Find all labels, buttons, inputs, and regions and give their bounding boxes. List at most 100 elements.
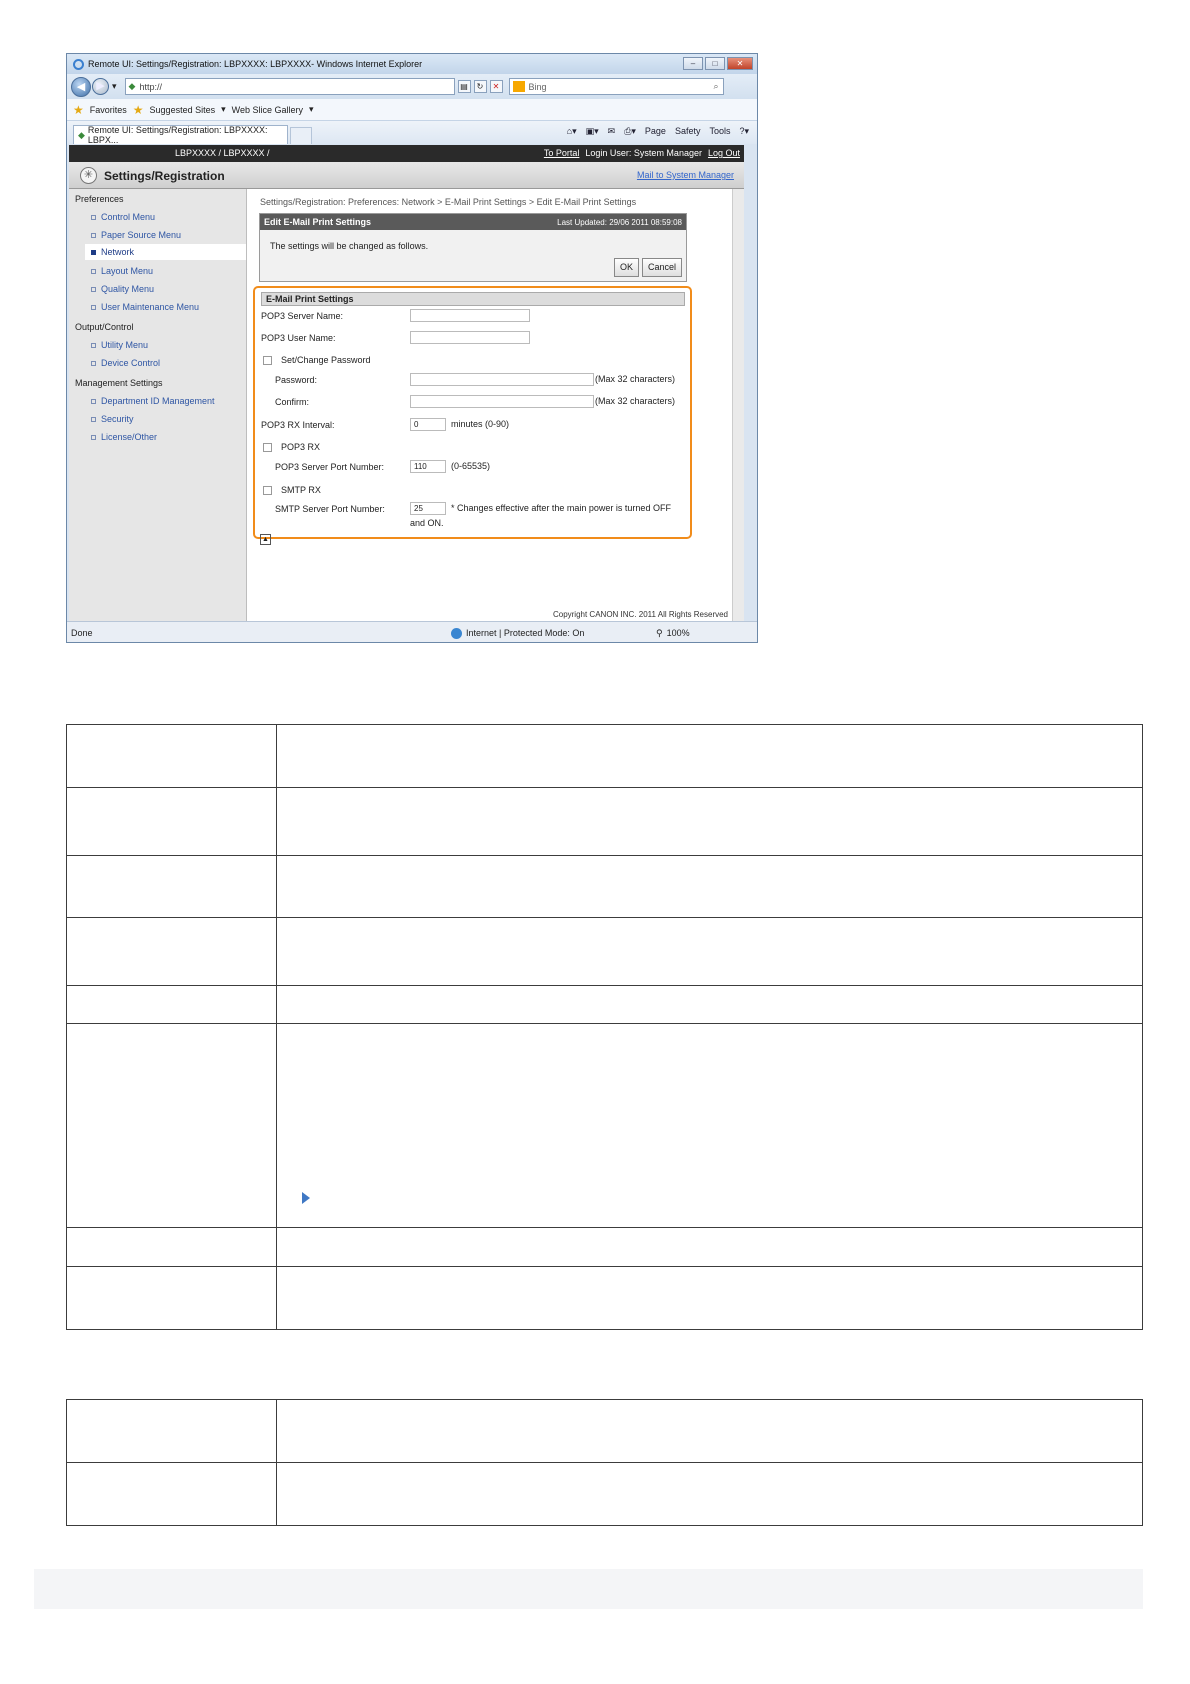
- internet-zone-icon: [451, 627, 462, 639]
- close-button[interactable]: ✕: [727, 57, 753, 70]
- edit-confirm-box: Edit E-Mail Print Settings Last Updated:…: [259, 213, 687, 282]
- confirm-max-note: (Max 32 characters): [595, 396, 676, 406]
- zoom-icon[interactable]: ⚲: [656, 628, 663, 639]
- pop3-rx-interval-input[interactable]: 0: [410, 418, 446, 431]
- table-row: [66, 1462, 1143, 1526]
- pop3-port-label: POP3 Server Port Number:: [275, 462, 385, 472]
- smtp-port-label: SMTP Server Port Number:: [275, 504, 385, 514]
- history-dropdown-icon[interactable]: ▾: [112, 81, 117, 92]
- sidebar-item-paper-source[interactable]: Paper Source Menu: [91, 230, 181, 240]
- compat-view-icon[interactable]: ▤: [457, 80, 471, 93]
- login-user: Login User: System Manager: [585, 148, 702, 158]
- sidebar-item-department-id[interactable]: Department ID Management: [91, 396, 215, 406]
- smtp-note-cont: and ON.: [410, 518, 444, 528]
- search-placeholder: Bing: [528, 81, 547, 92]
- smtp-note: * Changes effective after the main power…: [451, 503, 671, 513]
- sidebar-item-security[interactable]: Security: [91, 414, 134, 424]
- site-icon: ◆: [128, 81, 136, 91]
- back-button[interactable]: ◀: [71, 76, 91, 97]
- pop3-server-name-input[interactable]: [410, 309, 530, 322]
- search-icon[interactable]: ⌕: [713, 81, 718, 92]
- pop3-port-range: (0-65535): [451, 461, 491, 471]
- ok-button[interactable]: OK: [614, 258, 640, 277]
- device-name: LBPXXXX / LBPXXXX /: [175, 148, 270, 158]
- confirm-password-input[interactable]: [410, 395, 594, 408]
- password-max-note: (Max 32 characters): [595, 374, 676, 384]
- smtp-rx-checkbox[interactable]: [263, 486, 272, 495]
- back-to-top-icon[interactable]: ▲: [260, 534, 271, 545]
- home-icon[interactable]: ⌂▾: [567, 126, 577, 137]
- pop3-rx-label: POP3 RX: [281, 442, 321, 452]
- feeds-icon[interactable]: ▣▾: [586, 126, 599, 137]
- page-title: Settings/Registration: [104, 169, 225, 183]
- table-row: [66, 1266, 1143, 1330]
- refresh-icon[interactable]: ↻: [473, 80, 487, 93]
- link-arrow-icon[interactable]: [302, 1192, 310, 1204]
- add-favorite-icon[interactable]: ★: [133, 103, 144, 117]
- maximize-button[interactable]: □: [705, 57, 725, 70]
- breadcrumb: Settings/Registration: Preferences: Netw…: [260, 197, 637, 207]
- set-change-password-label: Set/Change Password: [281, 355, 371, 365]
- cancel-button[interactable]: Cancel: [642, 258, 683, 277]
- bing-icon: [512, 81, 525, 92]
- security-zone: Internet | Protected Mode: On: [466, 628, 585, 638]
- pop3-port-input[interactable]: 110: [410, 460, 446, 473]
- sidebar: Preferences Control Menu Paper Source Me…: [69, 189, 247, 621]
- safety-menu[interactable]: Safety: [675, 126, 701, 137]
- forward-button[interactable]: ▶: [92, 78, 109, 95]
- highlight-frame: E-Mail Print Settings POP3 Server Name: …: [253, 286, 692, 539]
- favorites-star-icon: ★: [73, 102, 84, 117]
- to-portal-link[interactable]: To Portal: [544, 148, 580, 158]
- form-title: E-Mail Print Settings: [261, 292, 685, 306]
- page-menu[interactable]: Page: [645, 126, 666, 137]
- edit-title: Edit E-Mail Print Settings: [264, 217, 372, 227]
- vertical-scrollbar[interactable]: [732, 189, 744, 621]
- table-row: [66, 917, 1143, 986]
- settings-description-table: [66, 724, 1143, 1330]
- url-field[interactable]: ◆ http://: [124, 78, 455, 95]
- sidebar-item-network[interactable]: Network: [85, 244, 246, 260]
- bullet-icon: [91, 435, 96, 441]
- table-row: [66, 787, 1143, 856]
- minimize-button[interactable]: –: [683, 57, 703, 70]
- smtp-port-input[interactable]: 25: [410, 502, 446, 515]
- bullet-icon: [91, 305, 96, 311]
- web-slice-gallery-link[interactable]: Web Slice Gallery: [232, 105, 303, 115]
- web-page: LBPXXXX / LBPXXXX / To Portal Login User…: [69, 145, 744, 621]
- bullet-icon: [91, 287, 96, 293]
- log-out-link[interactable]: Log Out: [708, 148, 740, 158]
- pop3-user-name-label: POP3 User Name:: [261, 333, 336, 343]
- set-change-password-checkbox[interactable]: [263, 356, 272, 365]
- sidebar-item-device-control[interactable]: Device Control: [91, 358, 160, 368]
- buttons-description-table: [66, 1399, 1143, 1526]
- suggested-sites-link[interactable]: Suggested Sites: [150, 105, 216, 115]
- mail-to-manager-link[interactable]: Mail to System Manager: [637, 170, 734, 180]
- favorites-button[interactable]: Favorites: [90, 105, 127, 115]
- table-row: [66, 724, 1143, 788]
- sidebar-item-layout[interactable]: Layout Menu: [91, 266, 153, 276]
- search-input[interactable]: Bing ⌕: [508, 78, 724, 95]
- sidebar-item-utility[interactable]: Utility Menu: [91, 340, 148, 350]
- command-bar: ⌂▾ ▣▾ ✉ ⎙▾ Page Safety Tools ?▾: [567, 126, 749, 137]
- pop3-rx-checkbox[interactable]: [263, 443, 272, 452]
- stop-icon[interactable]: ✕: [489, 80, 503, 93]
- tools-menu[interactable]: Tools: [709, 126, 730, 137]
- password-input[interactable]: [410, 373, 594, 386]
- pop3-user-name-input[interactable]: [410, 331, 530, 344]
- status-bar: Done Internet | Protected Mode: On ⚲ 100…: [67, 621, 757, 642]
- sidebar-item-control-menu[interactable]: Control Menu: [91, 212, 155, 222]
- sidebar-item-user-maintenance[interactable]: User Maintenance Menu: [91, 302, 199, 312]
- favorites-bar: ★ Favorites ★ Suggested Sites ▾ Web Slic…: [67, 99, 757, 121]
- sidebar-item-license[interactable]: License/Other: [91, 432, 157, 442]
- interval-range-note: minutes (0-90): [451, 419, 510, 429]
- sidebar-section-preferences: Preferences: [75, 194, 124, 204]
- confirm-message: The settings will be changed as follows.: [270, 241, 429, 251]
- help-icon[interactable]: ?▾: [739, 126, 749, 137]
- new-tab-button[interactable]: [290, 127, 312, 144]
- print-icon[interactable]: ⎙▾: [624, 126, 636, 137]
- mail-icon[interactable]: ✉: [608, 126, 616, 137]
- zoom-level[interactable]: 100%: [667, 628, 690, 638]
- sidebar-item-quality[interactable]: Quality Menu: [91, 284, 154, 294]
- tab-site-icon: ◆: [78, 129, 85, 140]
- tab-remote-ui[interactable]: ◆ Remote UI: Settings/Registration: LBPX…: [73, 125, 288, 145]
